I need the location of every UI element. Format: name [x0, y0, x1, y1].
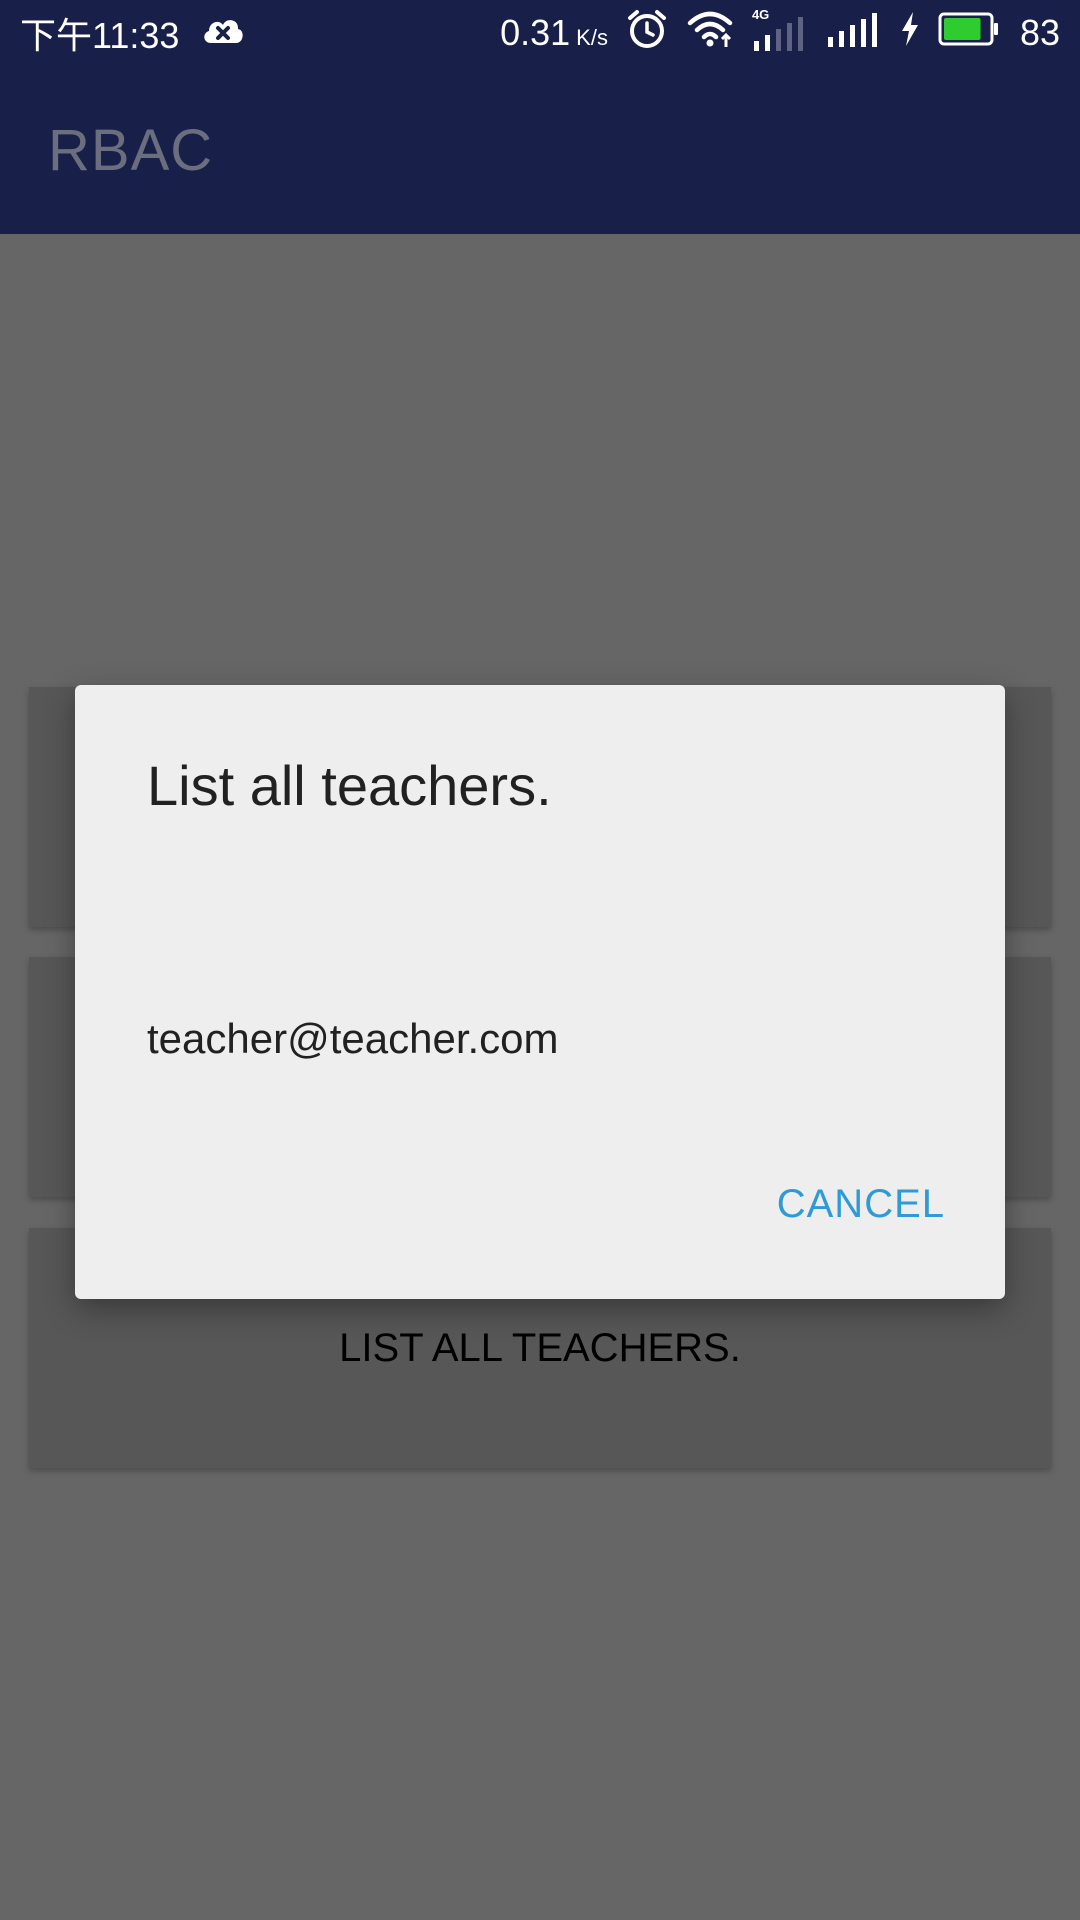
alarm-icon — [626, 8, 668, 59]
cancel-button[interactable]: CANCEL — [777, 1182, 945, 1227]
charging-icon — [900, 11, 920, 56]
app-title: RBAC — [48, 117, 214, 183]
status-time: 下午11:33 — [20, 15, 180, 56]
wifi-icon — [686, 9, 734, 58]
battery-percent: 83 — [1019, 12, 1060, 53]
network-speed-value: 0.31 — [500, 12, 571, 53]
teachers-dialog: List all teachers. teacher@teacher.com C… — [75, 685, 1005, 1299]
network-speed-unit: K/s — [576, 25, 608, 50]
dialog-title: List all teachers. — [147, 754, 552, 817]
battery-icon — [938, 12, 1000, 55]
signal-strength-icon — [826, 9, 882, 58]
cloud-error-icon — [201, 12, 245, 54]
app-bar: RBAC — [0, 66, 1080, 234]
signal-4g-icon: 4G — [752, 7, 808, 53]
teacher-list-item[interactable]: teacher@teacher.com — [147, 1015, 559, 1063]
network-speed: 0.31 K/s — [500, 12, 608, 54]
list-all-teachers-label: LIST ALL TEACHERS. — [339, 1325, 741, 1370]
status-bar: 下午11:33 0.31 K/s 4G 83 — [0, 0, 1080, 66]
